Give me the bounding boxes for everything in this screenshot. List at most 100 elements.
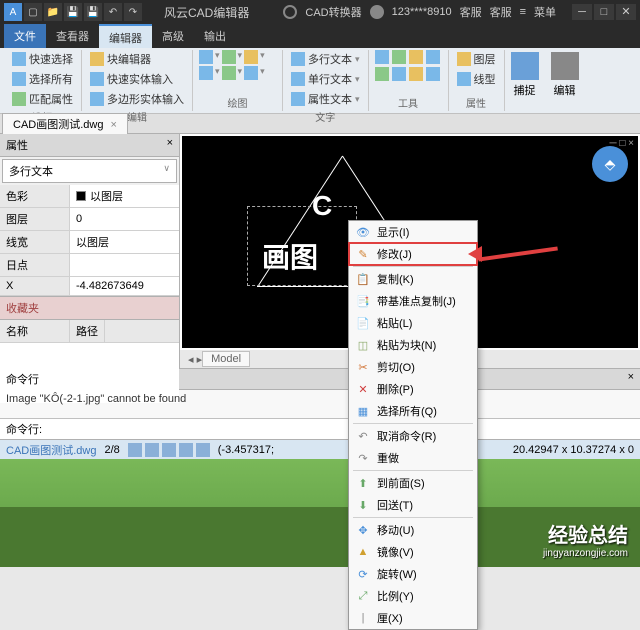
menu-item-label: 粘贴为块(N) <box>377 337 436 353</box>
new-icon[interactable]: ▢ <box>24 3 42 21</box>
canvas-text[interactable]: C <box>312 190 332 222</box>
panel-close-icon[interactable]: × <box>628 371 634 387</box>
save-icon[interactable]: 💾 <box>64 3 82 21</box>
entity-type-dropdown[interactable]: 多行文本∨ <box>2 159 177 183</box>
prop-value[interactable]: 以图层 <box>70 231 179 253</box>
poly-entity-button[interactable]: 多边形实体输入 <box>88 90 186 108</box>
linetype-button[interactable]: 线型 <box>455 70 498 88</box>
saveas-icon[interactable]: 💾 <box>84 3 102 21</box>
prop-value[interactable]: -4.482673649 <box>70 277 179 295</box>
user-avatar-icon[interactable] <box>370 5 384 19</box>
tab-advanced[interactable]: 高级 <box>152 24 194 48</box>
tab-viewer[interactable]: 查看器 <box>46 24 99 48</box>
context-menu-item[interactable]: 📄粘贴(L) <box>349 312 477 334</box>
status-coords2: 20.42947 x 10.37274 x 0 <box>513 444 634 456</box>
context-menu-item[interactable]: |厘(X) <box>349 607 477 629</box>
draw-tool-icon[interactable] <box>244 50 258 64</box>
context-menu-item[interactable]: ✕删除(P) <box>349 378 477 400</box>
redo-icon[interactable]: ↷ <box>124 3 142 21</box>
attr-text-button[interactable]: 属性文本▾ <box>289 90 362 108</box>
polar-toggle-icon[interactable] <box>179 443 193 457</box>
context-menu-item[interactable]: ✂剪切(O) <box>349 356 477 378</box>
quick-select-button[interactable]: 快速选择 <box>10 50 75 68</box>
draw-tool-icon[interactable] <box>244 66 258 80</box>
block-editor-button[interactable]: 块编辑器 <box>88 50 186 68</box>
context-menu-item[interactable]: ▦选择所有(Q) <box>349 400 477 422</box>
favorites-header[interactable]: 收藏夹 <box>0 296 179 320</box>
nav-cube-icon[interactable]: ⬘ <box>592 146 628 182</box>
context-menu-item[interactable]: 📋复制(K) <box>349 268 477 290</box>
open-icon[interactable]: 📁 <box>44 3 62 21</box>
context-menu-item[interactable]: 📑带基准点复制(J) <box>349 290 477 312</box>
prop-value[interactable]: 以图层 <box>70 185 179 207</box>
menu-label[interactable]: 菜单 <box>534 4 556 20</box>
draw-tool-icon[interactable] <box>199 50 213 64</box>
context-menu-item[interactable]: ⟳旋转(W) <box>349 563 477 585</box>
workspace: 属性× 多行文本∨ 色彩以图层 图层0 线宽以图层 日点 X-4.4826736… <box>0 134 640 368</box>
support-label[interactable]: 客服 <box>490 4 512 20</box>
context-menu-item[interactable]: ⤢比例(Y) <box>349 585 477 607</box>
select-all-button[interactable]: 选择所有 <box>10 70 75 88</box>
context-menu-item[interactable]: ✥移动(U) <box>349 519 477 541</box>
prop-key: 线宽 <box>0 231 70 253</box>
tool-icon[interactable] <box>409 67 423 81</box>
match-prop-button[interactable]: 匹配属性 <box>10 90 75 108</box>
snap-toggle-icon[interactable] <box>128 443 142 457</box>
tool-icon[interactable] <box>409 50 423 64</box>
tab-close-icon[interactable]: × <box>111 119 117 131</box>
canvas-text[interactable]: 画图 <box>262 236 318 276</box>
converter-link[interactable]: CAD转换器 <box>305 4 361 20</box>
mtext-button[interactable]: 多行文本▾ <box>289 50 362 68</box>
tool-icon[interactable] <box>426 50 440 64</box>
prop-value[interactable] <box>70 254 179 276</box>
document-tab[interactable]: CAD画图测试.dwg × <box>2 113 128 135</box>
context-menu-item[interactable]: ⬆到前面(S) <box>349 472 477 494</box>
commandline-input[interactable] <box>42 421 634 437</box>
menu-item-icon: 📑 <box>355 293 371 309</box>
tab-nav-icon[interactable]: ◂ ▸ <box>188 353 202 366</box>
prop-key: 日点 <box>0 254 70 276</box>
converter-icon[interactable] <box>283 5 297 19</box>
context-menu-item[interactable]: 👁显示(I) <box>349 221 477 243</box>
draw-tool-icon[interactable] <box>199 66 213 80</box>
model-tab[interactable]: Model <box>202 351 250 367</box>
context-menu-item[interactable]: ◫粘贴为块(N) <box>349 334 477 356</box>
panel-close-icon[interactable]: × <box>167 137 173 153</box>
tab-file[interactable]: 文件 <box>4 24 46 48</box>
app-logo-icon[interactable]: A <box>4 3 22 21</box>
quick-entity-button[interactable]: 快速实体输入 <box>88 70 186 88</box>
minimize-button[interactable]: ─ <box>572 4 592 20</box>
capture-button[interactable]: 捕捉 <box>505 50 545 111</box>
tool-icon[interactable] <box>392 67 406 81</box>
tool-icon[interactable] <box>426 67 440 81</box>
undo-icon[interactable]: ↶ <box>104 3 122 21</box>
tab-editor[interactable]: 编辑器 <box>99 24 152 48</box>
draw-tool-icon[interactable] <box>222 50 236 64</box>
edit-big-button[interactable]: 编辑 <box>545 50 585 111</box>
maximize-button[interactable]: □ <box>594 4 614 20</box>
tab-output[interactable]: 输出 <box>194 24 236 48</box>
close-button[interactable]: ✕ <box>616 4 636 20</box>
draw-tool-icon[interactable] <box>222 66 236 80</box>
grid-toggle-icon[interactable] <box>145 443 159 457</box>
context-menu-item[interactable]: ✎修改(J) <box>349 243 477 265</box>
context-menu-item[interactable]: ↶取消命令(R) <box>349 425 477 447</box>
support-link[interactable]: 客服 <box>460 4 482 20</box>
context-menu: 👁显示(I)✎修改(J) 📋复制(K)📑带基准点复制(J)📄粘贴(L)◫粘贴为块(… <box>348 220 478 630</box>
prop-value[interactable]: 0 <box>70 208 179 230</box>
menu-icon[interactable]: ≡ <box>520 6 526 18</box>
menu-item-icon: 📋 <box>355 271 371 287</box>
context-menu-item[interactable]: ↷重做 <box>349 447 477 469</box>
stext-button[interactable]: 单行文本▾ <box>289 70 362 88</box>
tool-icon[interactable] <box>375 50 389 64</box>
osnap-toggle-icon[interactable] <box>196 443 210 457</box>
layer-button[interactable]: 图层 <box>455 50 498 68</box>
color-swatch-icon <box>76 191 86 201</box>
tool-icon[interactable] <box>375 67 389 81</box>
user-id[interactable]: 123****8910 <box>392 6 452 18</box>
ortho-toggle-icon[interactable] <box>162 443 176 457</box>
tool-icon[interactable] <box>392 50 406 64</box>
context-menu-item[interactable]: ⬇回送(T) <box>349 494 477 516</box>
context-menu-item[interactable]: ▲镜像(V) <box>349 541 477 563</box>
desktop-background: 经验总结 jingyanzongjie.com <box>0 459 640 567</box>
